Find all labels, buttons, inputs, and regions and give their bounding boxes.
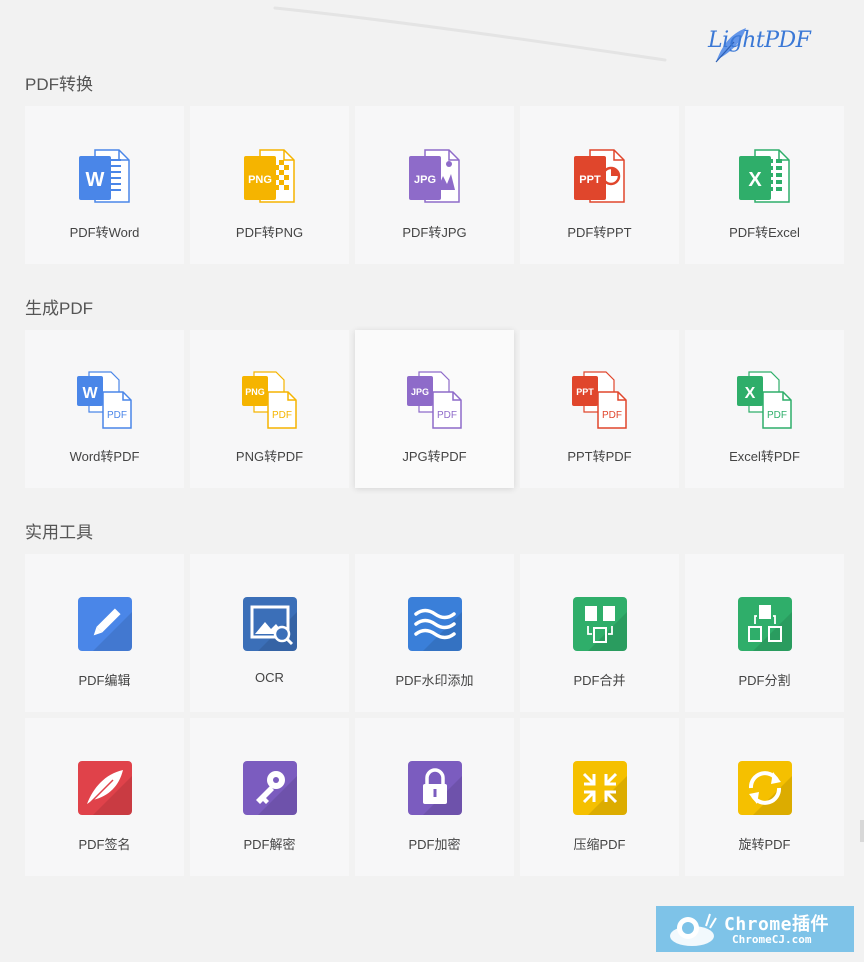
ppt-doc-icon: PPT bbox=[568, 146, 632, 206]
svg-text:PDF: PDF bbox=[107, 410, 127, 421]
svg-text:W: W bbox=[85, 169, 104, 191]
tool-card-split[interactable]: PDF分割 bbox=[685, 554, 844, 712]
svg-text:PPT: PPT bbox=[576, 387, 594, 397]
tool-card-label: PDF转Excel bbox=[729, 225, 800, 240]
watermark-subtitle: ChromeCJ.com bbox=[732, 933, 812, 946]
svg-text:X: X bbox=[744, 385, 755, 402]
snail-icon bbox=[670, 913, 717, 946]
jpg-to-pdf-icon: JPG PDF bbox=[403, 370, 467, 430]
tool-card-label: OCR bbox=[255, 670, 284, 685]
svg-text:JPG: JPG bbox=[410, 387, 428, 397]
tool-card-jpg-to-pdf[interactable]: JPG PDF JPG转PDF bbox=[355, 330, 514, 488]
svg-text:W: W bbox=[82, 385, 98, 402]
tool-card-label: 压缩PDF bbox=[573, 837, 626, 852]
tool-card-label: Excel转PDF bbox=[729, 449, 800, 464]
edge-decoration bbox=[860, 820, 864, 842]
word-to-pdf-icon: W PDF bbox=[73, 370, 137, 430]
section-title-create: 生成PDF bbox=[25, 299, 93, 318]
utility-tools-grid: PDF编辑 OCR PDF水印添加 PDF合并 PDF分割 PDF签名 PDF解… bbox=[25, 554, 844, 876]
tool-card-label: PDF编辑 bbox=[78, 673, 131, 688]
tool-card-label: PDF转JPG bbox=[402, 225, 467, 240]
split-icon bbox=[733, 594, 797, 654]
tool-card-label: Word转PDF bbox=[69, 449, 140, 464]
section-title-convert: PDF转换 bbox=[25, 75, 93, 94]
tool-card-label: PDF合并 bbox=[573, 673, 626, 688]
decorative-swoosh bbox=[273, 6, 667, 62]
tool-card-label: PDF签名 bbox=[78, 837, 131, 852]
edit-pencil-icon bbox=[73, 594, 137, 654]
svg-text:PNG: PNG bbox=[248, 174, 272, 186]
tool-card-rotate[interactable]: 旋转PDF bbox=[685, 718, 844, 876]
tool-card-lock[interactable]: PDF加密 bbox=[355, 718, 514, 876]
tool-card-label: PDF水印添加 bbox=[395, 673, 474, 688]
tool-card-label: PDF转PNG bbox=[235, 225, 304, 240]
svg-text:PNG: PNG bbox=[245, 387, 265, 397]
ocr-scan-icon bbox=[238, 594, 302, 654]
convert-tools-grid: W PDF转Word PNG PDF转PNG JPG PDF转JPG PPT P… bbox=[25, 106, 844, 264]
tool-card-word-to-pdf[interactable]: W PDF Word转PDF bbox=[25, 330, 184, 488]
tool-card-jpg-doc[interactable]: JPG PDF转JPG bbox=[355, 106, 514, 264]
tool-card-edit-pencil[interactable]: PDF编辑 bbox=[25, 554, 184, 712]
tool-card-label: PDF分割 bbox=[738, 673, 791, 688]
svg-text:PDF: PDF bbox=[602, 410, 622, 421]
tool-card-compress[interactable]: 压缩PDF bbox=[520, 718, 679, 876]
jpg-doc-icon: JPG bbox=[403, 146, 467, 206]
rotate-icon bbox=[733, 758, 797, 818]
svg-text:PPT: PPT bbox=[579, 174, 601, 186]
watermark-waves-icon bbox=[403, 594, 467, 654]
tool-card-label: PDF转PPT bbox=[567, 225, 632, 240]
svg-text:PDF: PDF bbox=[272, 410, 292, 421]
tool-card-excel-to-pdf[interactable]: X PDF Excel转PDF bbox=[685, 330, 844, 488]
svg-text:PDF: PDF bbox=[767, 410, 787, 421]
excel-to-pdf-icon: X PDF bbox=[733, 370, 797, 430]
tool-card-ocr-scan[interactable]: OCR bbox=[190, 554, 349, 712]
tool-card-label: 旋转PDF bbox=[738, 837, 791, 852]
unlock-key-icon bbox=[238, 758, 302, 818]
png-doc-icon: PNG bbox=[238, 146, 302, 206]
svg-text:X: X bbox=[748, 169, 762, 191]
site-watermark: Chrome插件 ChromeCJ.com bbox=[656, 906, 854, 952]
create-tools-grid: W PDF Word转PDF PNG PDF PNG转PDF JPG PDF J… bbox=[25, 330, 844, 488]
ppt-to-pdf-icon: PPT PDF bbox=[568, 370, 632, 430]
tool-card-label: PDF加密 bbox=[408, 837, 461, 852]
tool-card-label: PDF转Word bbox=[69, 225, 140, 240]
tool-card-word-doc[interactable]: W PDF转Word bbox=[25, 106, 184, 264]
merge-icon bbox=[568, 594, 632, 654]
compress-icon bbox=[568, 758, 632, 818]
tool-card-signature-feather[interactable]: PDF签名 bbox=[25, 718, 184, 876]
svg-text:JPG: JPG bbox=[413, 174, 435, 186]
png-to-pdf-icon: PNG PDF bbox=[238, 370, 302, 430]
excel-doc-icon: X bbox=[733, 146, 797, 206]
tool-card-png-doc[interactable]: PNG PDF转PNG bbox=[190, 106, 349, 264]
brand-logo[interactable]: LightPDF bbox=[708, 28, 811, 53]
tool-card-label: PPT转PDF bbox=[567, 449, 632, 464]
svg-text:PDF: PDF bbox=[437, 410, 457, 421]
signature-feather-icon bbox=[73, 758, 137, 818]
tool-card-label: PNG转PDF bbox=[235, 449, 304, 464]
tool-card-watermark-waves[interactable]: PDF水印添加 bbox=[355, 554, 514, 712]
tool-card-label: JPG转PDF bbox=[402, 449, 467, 464]
tool-card-ppt-doc[interactable]: PPT PDF转PPT bbox=[520, 106, 679, 264]
lock-icon bbox=[403, 758, 467, 818]
tool-card-ppt-to-pdf[interactable]: PPT PDF PPT转PDF bbox=[520, 330, 679, 488]
tool-card-excel-doc[interactable]: X PDF转Excel bbox=[685, 106, 844, 264]
tool-card-label: PDF解密 bbox=[243, 837, 296, 852]
section-title-tools: 实用工具 bbox=[25, 523, 93, 542]
tool-card-merge[interactable]: PDF合并 bbox=[520, 554, 679, 712]
word-doc-icon: W bbox=[73, 146, 137, 206]
tool-card-unlock-key[interactable]: PDF解密 bbox=[190, 718, 349, 876]
tool-card-png-to-pdf[interactable]: PNG PDF PNG转PDF bbox=[190, 330, 349, 488]
